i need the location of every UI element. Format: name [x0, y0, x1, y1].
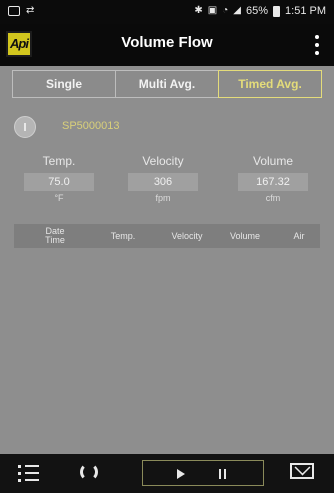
app-logo: Api: [6, 31, 32, 57]
col-date-time: Date Time: [45, 226, 65, 245]
status-time: 1:51 PM: [285, 5, 326, 17]
col-velocity: Velocity: [171, 230, 203, 241]
tab-multi-avg[interactable]: Multi Avg.: [116, 71, 219, 97]
measure-velocity-unit: fpm: [155, 193, 171, 203]
tab-single[interactable]: Single: [13, 71, 116, 97]
measure-velocity-label: Velocity: [142, 154, 184, 168]
sensor-info-icon[interactable]: [14, 116, 36, 138]
measure-temp-value: 75.0: [24, 173, 94, 191]
measure-temp: Temp. 75.0 °F: [14, 152, 104, 203]
measure-volume: Volume 167.32 cfm: [228, 152, 318, 203]
readings-list[interactable]: [14, 248, 320, 448]
bottom-toolbar: [0, 454, 334, 493]
col-air: Air: [293, 230, 305, 241]
measure-temp-unit: °F: [54, 193, 64, 203]
screen: ⇄ ✱ ▣ ◔ ◢ 65% 1:51 PM Api Volume Flow Si…: [0, 0, 334, 493]
sensor-row[interactable]: SP5000013: [14, 116, 314, 138]
readings-table-header: Date Time Temp. Velocity Volume Air: [14, 224, 320, 248]
pause-icon[interactable]: [219, 469, 227, 479]
app-bar: Api Volume Flow: [0, 24, 334, 66]
col-temp: Temp.: [110, 230, 136, 241]
signal-icon: ◢: [233, 5, 241, 16]
refresh-icon[interactable]: [80, 463, 98, 481]
measure-velocity-value: 306: [128, 173, 198, 191]
vibrate-icon: ▣: [207, 5, 218, 16]
status-bar: ⇄ ✱ ▣ ◔ ◢ 65% 1:51 PM: [0, 0, 334, 24]
col-volume: Volume: [229, 230, 261, 241]
battery-percent: 65%: [246, 5, 269, 17]
play-pause-group: [142, 460, 264, 486]
image-notification-icon: [8, 6, 20, 16]
overflow-menu-icon[interactable]: [314, 35, 320, 55]
tab-timed-avg[interactable]: Timed Avg.: [218, 70, 322, 98]
play-icon[interactable]: [177, 469, 185, 479]
measure-volume-label: Volume: [252, 154, 294, 168]
list-icon[interactable]: [18, 463, 40, 483]
measure-temp-label: Temp.: [42, 154, 76, 168]
measurements: Temp. 75.0 °F Velocity 306 fpm Volume 16…: [14, 152, 320, 214]
bluetooth-icon: ✱: [194, 5, 203, 16]
measure-velocity: Velocity 306 fpm: [118, 152, 208, 203]
battery-icon: [273, 5, 281, 17]
mode-tabs: Single Multi Avg. Timed Avg.: [12, 70, 322, 98]
wifi-icon: ◔: [222, 5, 229, 16]
measure-volume-value: 167.32: [238, 173, 308, 191]
email-icon[interactable]: [290, 463, 314, 479]
sensor-label: SP5000013: [62, 120, 120, 132]
sync-icon: ⇄: [26, 5, 35, 16]
page-title: Volume Flow: [121, 34, 213, 51]
measure-volume-unit: cfm: [265, 193, 281, 203]
